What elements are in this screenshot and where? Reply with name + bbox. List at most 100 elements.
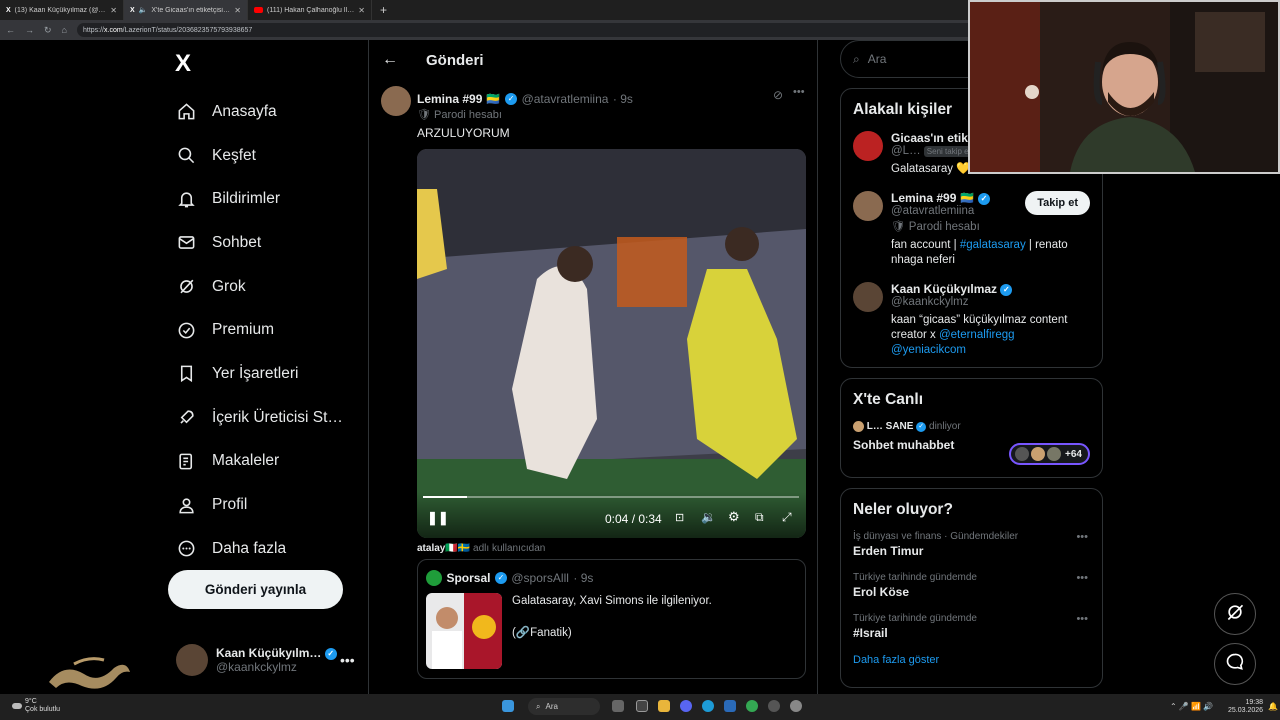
windows-start-icon[interactable] xyxy=(502,700,514,712)
close-tab-icon[interactable]: ✕ xyxy=(110,6,117,15)
sidebar-item-label: Sohbet xyxy=(212,233,262,251)
tab-title: X'te Gicaas'ın etiketçisi: "@at… xyxy=(151,6,230,14)
app-icon[interactable] xyxy=(768,700,780,712)
sidebar-item-explore[interactable]: Keşfet xyxy=(176,134,343,178)
captions-icon[interactable]: ⊡ xyxy=(675,511,684,524)
more-options-icon[interactable]: ••• xyxy=(340,652,355,668)
more-options-icon[interactable]: ••• xyxy=(1076,613,1088,625)
widgets-icon[interactable] xyxy=(636,700,648,712)
sidebar-item-bookmarks[interactable]: Yer İşaretleri xyxy=(176,352,343,396)
sidebar-item-label: Grok xyxy=(212,277,246,295)
settings-gear-icon[interactable]: ⚙ xyxy=(728,509,740,525)
post-header: ← Gönderi xyxy=(369,40,817,80)
sidebar-item-more[interactable]: Daha fazla xyxy=(176,527,343,571)
sidebar-item-home[interactable]: Anasayfa xyxy=(176,90,343,134)
sidebar-item-creator-studio[interactable]: İçerik Üreticisi St… xyxy=(176,396,343,440)
taskbar-search[interactable]: ⌕ Ara xyxy=(528,698,600,715)
forward-icon[interactable]: → xyxy=(25,25,34,35)
search-placeholder: Ara xyxy=(867,52,887,66)
store-icon[interactable] xyxy=(724,700,736,712)
weather-temp: 9°C xyxy=(25,698,37,705)
account-name: Kaan Küçükyılm… xyxy=(216,646,322,660)
more-options-icon[interactable]: ••• xyxy=(793,86,805,98)
quoted-text-2: (🔗Fanatik) xyxy=(512,627,572,639)
sidebar-item-messages[interactable]: Sohbet xyxy=(176,221,343,265)
more-options-icon[interactable]: ••• xyxy=(1076,531,1088,543)
close-tab-icon[interactable]: ✕ xyxy=(234,6,241,15)
picture-in-picture-icon[interactable]: ⧉ xyxy=(755,510,764,525)
grok-fab[interactable] xyxy=(1214,593,1256,635)
pause-icon[interactable]: ❚❚ xyxy=(427,510,449,526)
person-card[interactable]: Kaan Küçükyılmaz ✓ @kaankckylmz kaan “gi… xyxy=(853,282,1090,358)
weather-widget[interactable]: 9°C Çok bulutlu xyxy=(12,698,60,714)
edge-icon[interactable] xyxy=(702,700,714,712)
sidebar-item-grok[interactable]: Grok xyxy=(176,265,343,309)
new-tab-button[interactable]: + xyxy=(372,3,395,17)
tweet-author-handle[interactable]: @atavratlemiina xyxy=(522,92,609,106)
avatar xyxy=(1015,447,1030,461)
browser-tab-active[interactable]: X 🔈 X'te Gicaas'ın etiketçisi: "@at… ✕ xyxy=(124,0,248,20)
tweet-time[interactable]: · 9s xyxy=(613,92,633,106)
sidebar-item-profile[interactable]: Profil xyxy=(176,483,343,527)
cloud-icon xyxy=(12,703,22,709)
messages-fab[interactable] xyxy=(1214,643,1256,685)
task-view-icon[interactable] xyxy=(612,700,624,712)
show-more-link[interactable]: Daha fazla göster xyxy=(853,654,1090,666)
trend-topic: Erol Köse xyxy=(853,585,910,599)
browser-tab[interactable]: X (13) Kaan Küçükyılmaz (@kaankcy… ✕ xyxy=(0,0,124,20)
quoted-tweet[interactable]: Sporsal ✓ @sporsAlll · 9s Galatasaray, X… xyxy=(417,559,806,679)
panel-title: Neler oluyor? xyxy=(853,501,953,518)
video-progress-bar[interactable] xyxy=(423,496,799,498)
taskbar-search-label: Ara xyxy=(545,702,558,711)
speaker-icon[interactable]: 🔈 xyxy=(139,6,148,14)
trend-item[interactable]: Türkiye tarihinde gündemde #Israil ••• xyxy=(853,613,1090,640)
follow-button[interactable]: Takip et xyxy=(1025,191,1090,215)
person-card[interactable]: Lemina #99 🇬🇦 ✓ @atavratlemiina 🛡 Parodi… xyxy=(853,191,1090,268)
system-tray-icons[interactable]: ⌃ 🎤 📶 🔊 xyxy=(1170,702,1213,711)
reply-context-user[interactable]: atalay🇮🇹🇸🇪 xyxy=(417,543,470,554)
avatar xyxy=(176,644,208,676)
sidebar-item-articles[interactable]: Makaleler xyxy=(176,440,343,484)
sidebar-item-premium[interactable]: Premium xyxy=(176,308,343,352)
volume-icon[interactable]: 🔉 xyxy=(701,510,716,524)
post-button[interactable]: Gönderi yayınla xyxy=(168,570,343,609)
back-icon[interactable]: ← xyxy=(6,25,15,35)
account-switcher[interactable]: Kaan Küçükyılm… ✓ @kaankckylmz ••• xyxy=(176,644,355,676)
close-tab-icon[interactable]: ✕ xyxy=(358,6,365,15)
reload-icon[interactable]: ↻ xyxy=(44,25,52,36)
tweet-author-name[interactable]: Lemina #99 🇬🇦 xyxy=(417,92,501,106)
verified-badge-icon: ✓ xyxy=(1000,283,1013,296)
trend-topic: Erden Timur xyxy=(853,544,924,558)
clock[interactable]: 19:38 25.03.2026 xyxy=(1228,699,1263,715)
more-options-icon[interactable]: ••• xyxy=(1076,572,1088,584)
sidebar-item-notifications[interactable]: Bildirimler xyxy=(176,177,343,221)
quoted-thumbnail xyxy=(426,593,502,669)
trend-item[interactable]: İş dünyası ve finans · Gündemdekiler Erd… xyxy=(853,531,1090,558)
live-panel[interactable]: X'te Canlı L… SANE ✓ dinliyor Sohbet muh… xyxy=(840,378,1103,478)
trend-item[interactable]: Türkiye tarihinde gündemde Erol Köse ••• xyxy=(853,572,1090,599)
app-icon[interactable] xyxy=(790,700,802,712)
browser-tab[interactable]: (111) Hakan Çalhanoğlu İle Milan… ✕ xyxy=(248,0,372,20)
avatar[interactable] xyxy=(381,86,411,116)
url-field[interactable]: https://x.com/LazerionT/status/203682357… xyxy=(76,23,977,37)
home-icon[interactable]: ⌂ xyxy=(62,25,67,35)
x-logo[interactable]: X xyxy=(175,50,191,78)
fullscreen-icon[interactable]: ⤢ xyxy=(782,510,792,525)
dragon-logo-watermark xyxy=(49,657,130,689)
video-player[interactable]: ❚❚ 0:04 / 0:34 ⊡ 🔉 ⚙ ⧉ ⤢ xyxy=(417,149,806,538)
file-explorer-icon[interactable] xyxy=(658,700,670,712)
sidebar-item-label: Bildirimler xyxy=(212,190,281,208)
parody-label: 🛡 Parodi hesabı xyxy=(417,109,502,121)
trend-topic: #Israil xyxy=(853,626,888,640)
notification-icon[interactable]: 🔔 xyxy=(1268,702,1278,711)
discord-icon[interactable] xyxy=(680,700,692,712)
video-frame xyxy=(417,149,806,538)
search-icon: ⌕ xyxy=(536,701,541,711)
verified-badge-icon: ✓ xyxy=(916,421,927,432)
back-arrow-icon[interactable]: ← xyxy=(382,51,398,69)
bookmark-icon xyxy=(176,364,196,384)
chrome-icon[interactable] xyxy=(746,700,758,712)
hashtag-link[interactable]: #galatasaray xyxy=(960,239,1026,251)
grok-icon[interactable]: ⊘ xyxy=(773,88,783,102)
tweet-text: ARZULUYORUM xyxy=(417,126,510,140)
